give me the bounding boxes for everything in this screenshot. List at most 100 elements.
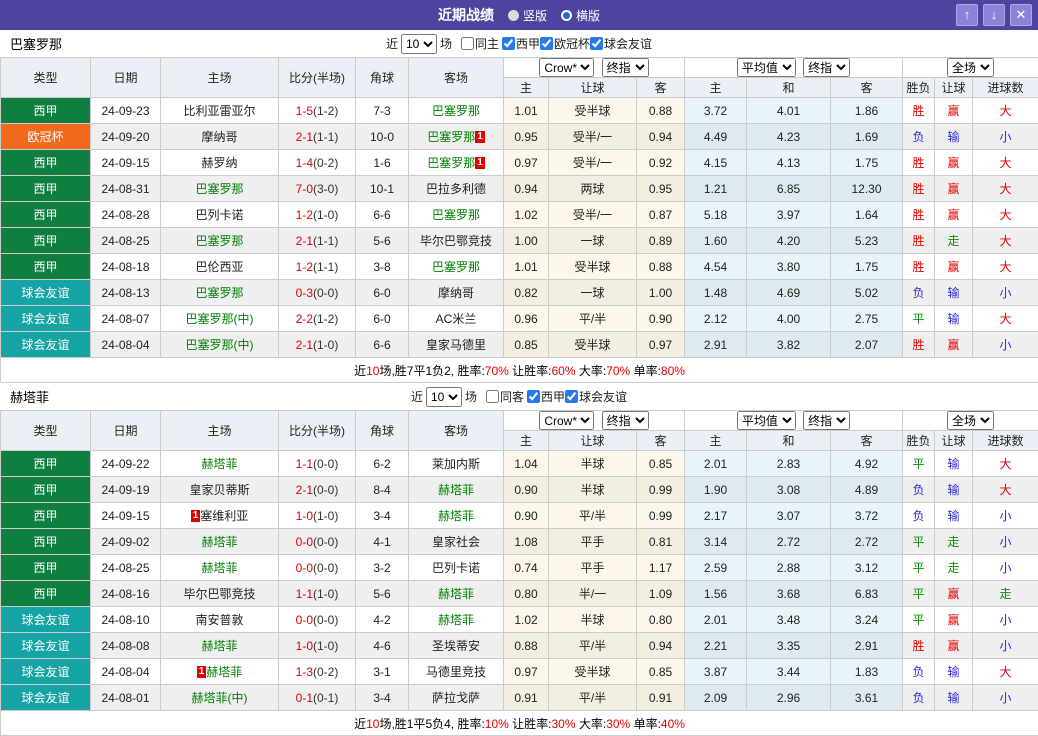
odds-value: 1.90 <box>685 477 747 503</box>
away-team-cell: 赫塔菲 <box>409 477 504 503</box>
odds-value: 1.69 <box>831 124 903 150</box>
odds-value: 4.49 <box>685 124 747 150</box>
final-odds-select-2[interactable]: 终指 <box>803 58 850 77</box>
summary-text: 近 <box>354 717 366 731</box>
home-team-cell: 巴塞罗那(中) <box>161 332 279 358</box>
match-date: 24-08-04 <box>91 332 161 358</box>
away-team-cell: 巴塞罗那 <box>409 98 504 124</box>
match-score: 0-0(0-0) <box>279 555 356 581</box>
result-handicap: 赢 <box>935 332 973 358</box>
average-select-cell: 平均值 终指 <box>685 58 903 78</box>
league-label: 西甲 <box>541 388 565 405</box>
odds-value: 2.01 <box>685 451 747 477</box>
odds-value: 0.90 <box>504 503 549 529</box>
odds-value: 0.88 <box>637 254 685 280</box>
final-odds-select[interactable]: 终指 <box>602 411 649 430</box>
result-goals: 大 <box>973 150 1038 176</box>
final-odds-select[interactable]: 终指 <box>602 58 649 77</box>
radio-selected-icon <box>561 10 572 21</box>
odds-value: 4.13 <box>747 150 831 176</box>
league-checkbox[interactable]: 球会友谊 <box>590 35 652 52</box>
match-date: 24-08-08 <box>91 633 161 659</box>
odds-value: 3.80 <box>747 254 831 280</box>
bookmaker-select[interactable]: Crow* <box>539 58 594 77</box>
match-score: 1-2(1-1) <box>279 254 356 280</box>
col-avg-draw: 和 <box>747 78 831 98</box>
average-select[interactable]: 平均值 <box>737 58 796 77</box>
same-venue-checkbox[interactable]: 同主 <box>461 35 499 52</box>
vertical-layout-radio[interactable]: 竖版 <box>508 7 547 24</box>
fulltime-select[interactable]: 全场 <box>947 58 994 77</box>
match-score: 1-1(1-0) <box>279 581 356 607</box>
league-checkbox-input[interactable] <box>565 390 578 403</box>
match-row: 西甲24-09-15赫罗纳1-4(0-2)1-6巴塞罗那10.97受半/一0.9… <box>1 150 1038 176</box>
match-date: 24-08-25 <box>91 555 161 581</box>
col-type: 类型 <box>1 58 91 98</box>
match-type-badge: 西甲 <box>1 254 91 280</box>
result-outcome: 平 <box>903 581 935 607</box>
league-checkbox-input[interactable] <box>590 37 603 50</box>
result-handicap: 赢 <box>935 176 973 202</box>
col-home: 主场 <box>161 411 279 451</box>
col-goals: 进球数 <box>973 78 1038 98</box>
col-avg-away: 客 <box>831 78 903 98</box>
col-date: 日期 <box>91 58 161 98</box>
odds-value: 2.75 <box>831 306 903 332</box>
same-venue-checkbox-input[interactable] <box>461 37 474 50</box>
match-type-badge: 西甲 <box>1 98 91 124</box>
match-row: 西甲24-09-02赫塔菲0-0(0-0)4-1皇家社会1.08平手0.813.… <box>1 529 1038 555</box>
away-team-cell: 赫塔菲 <box>409 607 504 633</box>
corner-score: 8-4 <box>356 477 409 503</box>
bookmaker-select[interactable]: Crow* <box>539 411 594 430</box>
result-goals: 大 <box>973 451 1038 477</box>
match-row: 球会友谊24-08-07巴塞罗那(中)2-2(1-2)6-0AC米兰0.96平/… <box>1 306 1038 332</box>
average-select[interactable]: 平均值 <box>737 411 796 430</box>
vertical-layout-label: 竖版 <box>523 7 547 24</box>
league-label: 欧冠杯 <box>554 35 590 52</box>
final-odds-select-2[interactable]: 终指 <box>803 411 850 430</box>
result-goals: 大 <box>973 228 1038 254</box>
result-handicap: 输 <box>935 503 973 529</box>
away-team-cell: 萨拉戈萨 <box>409 685 504 711</box>
league-filters: 西甲球会友谊 <box>527 388 627 406</box>
odds-value: 2.91 <box>831 633 903 659</box>
home-team-cell: 南安普敦 <box>161 607 279 633</box>
result-handicap: 赢 <box>935 98 973 124</box>
league-checkbox[interactable]: 欧冠杯 <box>540 35 590 52</box>
home-team-cell: 赫塔菲(中) <box>161 685 279 711</box>
league-checkbox-input[interactable] <box>527 390 540 403</box>
match-row: 西甲24-09-19皇家贝蒂斯2-1(0-0)8-4赫塔菲0.90半球0.991… <box>1 477 1038 503</box>
col-winlose: 胜负 <box>903 431 935 451</box>
match-type-badge: 西甲 <box>1 581 91 607</box>
odds-value: 1.75 <box>831 254 903 280</box>
odds-value: 受半球 <box>549 254 637 280</box>
same-venue-checkbox[interactable]: 同客 <box>486 388 524 405</box>
summary-text: 单率: <box>630 717 661 731</box>
odds-value: 0.94 <box>504 176 549 202</box>
match-row: 球会友谊24-08-04巴塞罗那(中)2-1(1-0)6-6皇家马德里0.85受… <box>1 332 1038 358</box>
match-type-badge: 西甲 <box>1 176 91 202</box>
match-count-select[interactable]: 10 <box>401 34 437 54</box>
league-checkbox[interactable]: 西甲 <box>502 35 540 52</box>
same-venue-checkbox-input[interactable] <box>486 390 499 403</box>
result-outcome: 胜 <box>903 228 935 254</box>
close-button[interactable]: ✕ <box>1010 4 1032 26</box>
games-label: 场 <box>465 388 477 405</box>
col-handicap-away: 客 <box>637 78 685 98</box>
result-outcome: 负 <box>903 124 935 150</box>
fulltime-select[interactable]: 全场 <box>947 411 994 430</box>
corner-score: 1-6 <box>356 150 409 176</box>
move-down-button[interactable]: ↓ <box>983 4 1005 26</box>
league-checkbox-input[interactable] <box>540 37 553 50</box>
match-count-select[interactable]: 10 <box>426 387 462 407</box>
league-checkbox[interactable]: 球会友谊 <box>565 388 627 405</box>
summary-text: 场,胜7平1负2, 胜率: <box>379 364 484 378</box>
horizontal-layout-radio[interactable]: 横版 <box>561 7 600 24</box>
col-goals: 进球数 <box>973 431 1038 451</box>
move-up-button[interactable]: ↑ <box>956 4 978 26</box>
league-checkbox-input[interactable] <box>502 37 515 50</box>
odds-value: 0.88 <box>637 98 685 124</box>
col-corner: 角球 <box>356 58 409 98</box>
match-type-badge: 西甲 <box>1 150 91 176</box>
league-checkbox[interactable]: 西甲 <box>527 388 565 405</box>
